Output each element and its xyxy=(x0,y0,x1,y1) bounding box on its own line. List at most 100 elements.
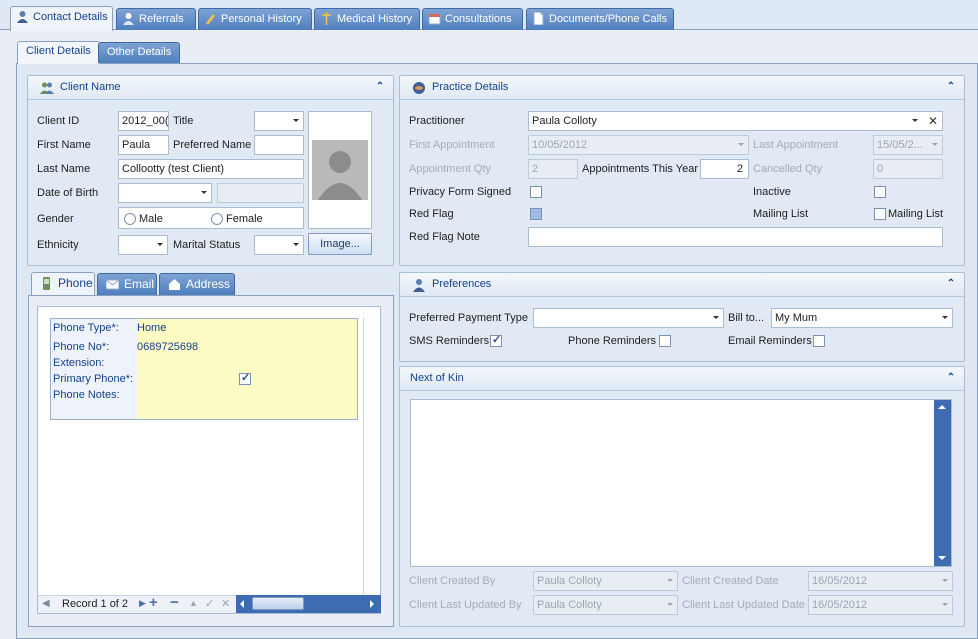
payment-type-select[interactable] xyxy=(533,308,724,328)
client-id-field[interactable]: 2012_00( xyxy=(118,111,169,131)
tab-label: Address xyxy=(186,277,231,291)
save-record-icon[interactable]: ✓ xyxy=(205,597,214,610)
updated-date-label: Client Last Updated Date xyxy=(682,599,805,611)
collapse-icon[interactable]: ⌃ xyxy=(374,81,386,93)
chevron-down-icon xyxy=(942,579,948,582)
collapse-icon[interactable]: ⌃ xyxy=(945,278,957,290)
appointments-this-year-field[interactable]: 2 xyxy=(700,159,749,179)
first-appointment-label: First Appointment xyxy=(409,139,495,151)
inactive-label: Inactive xyxy=(753,186,791,198)
first-appointment-field: 10/05/2012 xyxy=(528,135,749,155)
email-reminders-label: Email Reminders xyxy=(728,335,812,347)
house-icon xyxy=(169,279,180,290)
collapse-icon[interactable]: ⌃ xyxy=(945,81,957,93)
scroll-right-icon[interactable] xyxy=(370,600,374,608)
dob-label: Date of Birth xyxy=(37,187,99,199)
male-radio[interactable] xyxy=(124,213,136,225)
tab-phone[interactable]: Phone xyxy=(31,272,95,296)
red-flag-note-field[interactable] xyxy=(528,227,943,247)
preferred-name-field[interactable] xyxy=(254,135,304,155)
extension-label: Extension: xyxy=(53,357,105,369)
scroll-thumb[interactable] xyxy=(252,597,304,610)
ethnicity-select[interactable] xyxy=(118,235,168,255)
first-name-field[interactable]: Paula xyxy=(118,135,169,155)
cancel-record-icon[interactable]: ✕ xyxy=(221,597,230,610)
scroll-up-icon[interactable] xyxy=(938,405,946,409)
edit-record-icon[interactable]: ▲ xyxy=(189,598,198,608)
nav-next-icon[interactable]: ▶ xyxy=(139,598,146,609)
female-radio[interactable] xyxy=(211,213,223,225)
vertical-scrollbar[interactable] xyxy=(934,400,951,566)
chevron-down-icon xyxy=(912,119,918,122)
red-flag-checkbox[interactable] xyxy=(530,208,542,220)
tab-contact-details[interactable]: Contact Details xyxy=(10,6,113,31)
client-id-label: Client ID xyxy=(37,115,80,127)
phone-icon xyxy=(43,277,50,290)
tab-documents-phone-calls[interactable]: Documents/Phone Calls xyxy=(526,8,674,30)
nav-prev-icon[interactable]: ◀ xyxy=(42,598,50,609)
inactive-checkbox[interactable] xyxy=(874,186,886,198)
tab-medical-history[interactable]: Medical History xyxy=(314,8,420,30)
first-name-label: First Name xyxy=(37,139,91,151)
image-button[interactable]: Image... xyxy=(308,233,372,255)
title-select[interactable] xyxy=(254,111,304,131)
client-name-header: Client Name ⌃ xyxy=(28,76,393,100)
chevron-down-icon xyxy=(157,243,163,246)
marital-status-label: Marital Status xyxy=(173,239,241,251)
delete-record-icon[interactable]: − xyxy=(170,594,179,611)
dob-picker[interactable] xyxy=(118,183,212,203)
preferred-name-label: Preferred Name xyxy=(173,139,252,151)
phone-no-value: 0689725698 xyxy=(137,341,199,353)
tab-consultations[interactable]: Consultations xyxy=(422,8,523,30)
updated-by-value: Paula Colloty xyxy=(537,599,602,611)
mailing-list-check-label: Mailing List xyxy=(888,208,944,220)
male-label: Male xyxy=(139,213,163,225)
created-by-label: Client Created By xyxy=(409,575,496,587)
mailing-list-checkbox[interactable] xyxy=(874,208,886,220)
practitioner-select[interactable]: Paula Colloty ✕ xyxy=(528,111,943,131)
practice-details-header: Practice Details ⌃ xyxy=(400,76,964,100)
tab-label: Email xyxy=(124,277,155,291)
gender-label: Gender xyxy=(37,213,74,225)
phone-no-label: Phone No*: xyxy=(53,341,110,353)
primary-phone-checkbox[interactable] xyxy=(239,371,251,385)
scroll-left-icon[interactable] xyxy=(240,600,244,608)
tab-other-details[interactable]: Other Details xyxy=(98,42,181,63)
collapse-icon[interactable]: ⌃ xyxy=(945,372,957,384)
clear-icon[interactable]: ✕ xyxy=(928,112,938,130)
horizontal-scrollbar[interactable] xyxy=(236,595,381,613)
chevron-down-icon xyxy=(201,191,207,194)
tab-email[interactable]: Email xyxy=(97,273,157,295)
group-title: Client Name xyxy=(60,81,121,93)
updated-by-label: Client Last Updated By xyxy=(409,599,522,611)
last-name-field[interactable]: Collootty (test Client) xyxy=(118,159,304,179)
tab-label: Contact Details xyxy=(33,11,108,23)
marital-status-select[interactable] xyxy=(254,235,304,255)
tab-address[interactable]: Address xyxy=(159,273,235,295)
tab-client-details[interactable]: Client Details xyxy=(17,41,100,64)
chevron-down-icon xyxy=(942,316,948,319)
privacy-form-checkbox[interactable] xyxy=(530,186,542,198)
tab-referrals[interactable]: Referrals xyxy=(116,8,196,30)
phone-reminders-checkbox[interactable] xyxy=(659,335,671,347)
add-record-icon[interactable]: + xyxy=(149,594,158,611)
person-silhouette-icon xyxy=(312,140,368,200)
red-flag-note-label: Red Flag Note xyxy=(409,231,480,243)
cancelled-qty-label: Cancelled Qty xyxy=(753,163,823,175)
cancelled-qty-field: 0 xyxy=(873,159,943,179)
bill-to-select[interactable]: My Mum xyxy=(771,308,953,328)
practitioner-label: Practitioner xyxy=(409,115,465,127)
last-appointment-value: 15/05/2... xyxy=(877,139,923,151)
group-title: Next of Kin xyxy=(410,372,464,384)
next-of-kin-list[interactable] xyxy=(410,399,952,567)
privacy-form-label: Privacy Form Signed xyxy=(409,186,512,198)
next-of-kin-header: Next of Kin ⌃ xyxy=(400,367,964,391)
last-name-label: Last Name xyxy=(37,163,91,175)
email-reminders-checkbox[interactable] xyxy=(813,335,825,347)
tab-personal-history[interactable]: Personal History xyxy=(198,8,312,30)
sms-reminders-checkbox[interactable] xyxy=(490,333,502,347)
tab-label: Medical History xyxy=(337,13,413,25)
record-label-column xyxy=(51,319,137,419)
scroll-down-icon[interactable] xyxy=(938,556,946,560)
created-date-label: Client Created Date xyxy=(682,575,779,587)
